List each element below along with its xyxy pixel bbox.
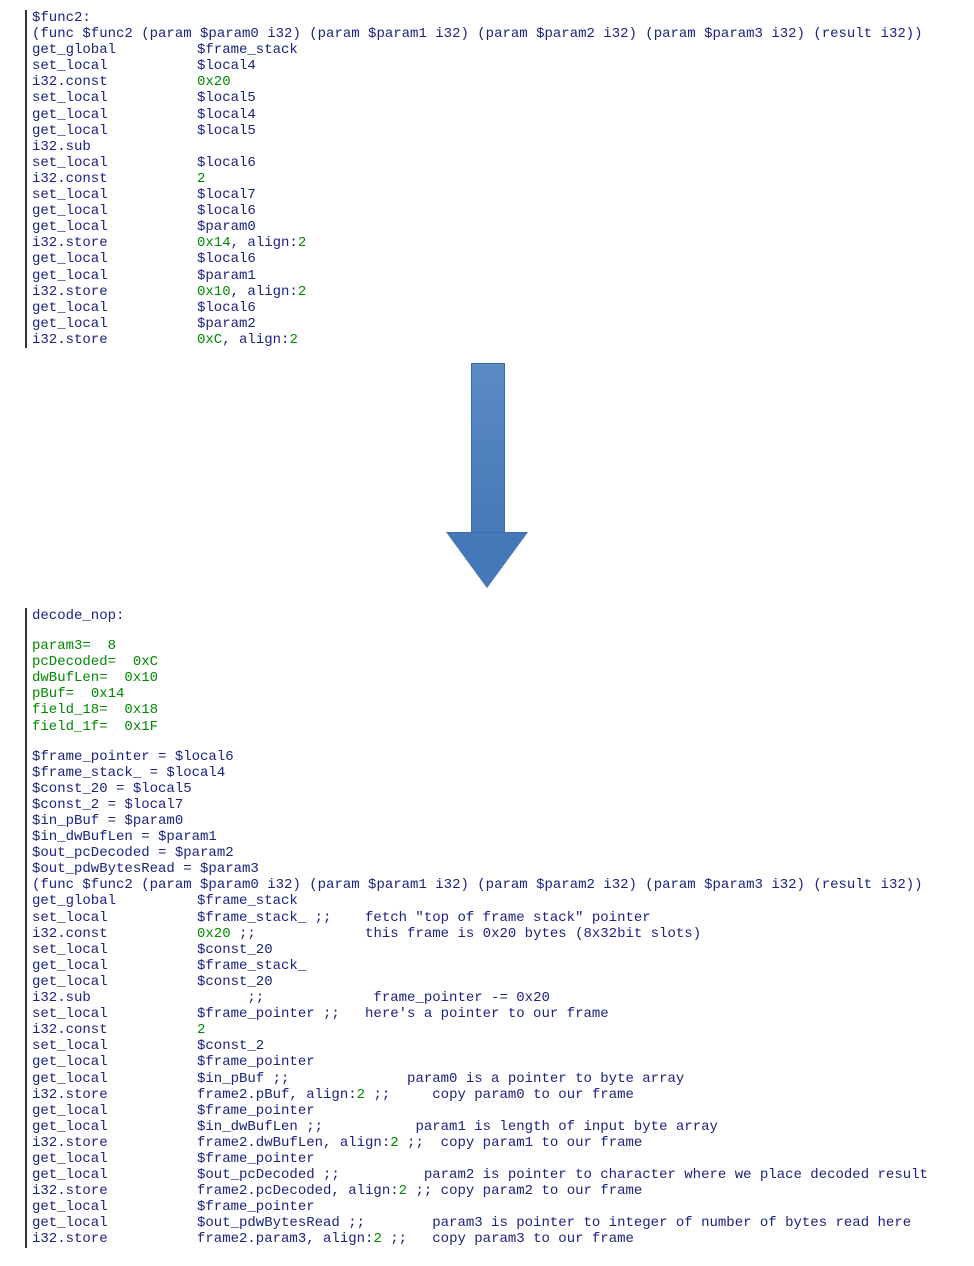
code-line: i32.const0x20 ;; this frame is 0x20 byte… <box>32 926 964 942</box>
code-line: set_local$local7 <box>32 187 964 203</box>
code-line: i32.const2 <box>32 1022 964 1038</box>
assign-line: $frame_pointer = $local6 <box>32 749 964 765</box>
code-line: set_local$const_2 <box>32 1038 964 1054</box>
code-line: set_local$local4 <box>32 58 964 74</box>
code-line: get_local$const_20 <box>32 974 964 990</box>
decoded-label: decode_nop: <box>32 608 964 624</box>
code-line: get_local$in_dwBufLen ;; param1 is lengt… <box>32 1119 964 1135</box>
code-line: i32.storeframe2.dwBufLen, align:2 ;; cop… <box>32 1135 964 1151</box>
code-line: get_local$in_pBuf ;; param0 is a pointer… <box>32 1071 964 1087</box>
code-line: set_local$frame_stack_ ;; fetch "top of … <box>32 910 964 926</box>
code-line: i32.store0x10, align:2 <box>32 284 964 300</box>
assign-line: $in_pBuf = $param0 <box>32 813 964 829</box>
top-code-block: $func2: (func $func2 (param $param0 i32)… <box>25 10 964 348</box>
code-line: i32.store0x14, align:2 <box>32 235 964 251</box>
assign-line: $in_dwBufLen = $param1 <box>32 829 964 845</box>
var-def: param3= 8 <box>32 638 964 654</box>
code-line: set_local$local5 <box>32 90 964 106</box>
code-line: set_local$const_20 <box>32 942 964 958</box>
code-line: set_local$frame_pointer ;; here's a poin… <box>32 1006 964 1022</box>
func-signature-bottom: (func $func2 (param $param0 i32) (param … <box>32 877 964 893</box>
arrow-down-icon <box>10 363 964 593</box>
func-label: $func2: <box>32 10 964 26</box>
var-def: field_18= 0x18 <box>32 702 964 718</box>
code-line: get_local$param1 <box>32 268 964 284</box>
func-signature: (func $func2 (param $param0 i32) (param … <box>32 26 964 42</box>
code-line: get_local$frame_pointer <box>32 1151 964 1167</box>
assign-line: $const_20 = $local5 <box>32 781 964 797</box>
code-line: i32.storeframe2.param3, align:2 ;; copy … <box>32 1231 964 1247</box>
code-line: get_local$local4 <box>32 107 964 123</box>
code-line: i32.storeframe2.pBuf, align:2 ;; copy pa… <box>32 1087 964 1103</box>
code-line: get_local$local6 <box>32 251 964 267</box>
var-def: pBuf= 0x14 <box>32 686 964 702</box>
code-line: set_local$local6 <box>32 155 964 171</box>
code-line: get_local$param2 <box>32 316 964 332</box>
assign-line: $out_pdwBytesRead = $param3 <box>32 861 964 877</box>
code-line: get_local$frame_stack_ <box>32 958 964 974</box>
code-line: i32.store0xC, align:2 <box>32 332 964 348</box>
code-line: get_global$frame_stack <box>32 42 964 58</box>
var-def: field_1f= 0x1F <box>32 719 964 735</box>
code-line: i32.const2 <box>32 171 964 187</box>
code-line: i32.const0x20 <box>32 74 964 90</box>
code-line: get_local$local6 <box>32 203 964 219</box>
code-line: i32.sub <box>32 139 964 155</box>
code-line: get_local$frame_pointer <box>32 1054 964 1070</box>
assign-line: $out_pcDecoded = $param2 <box>32 845 964 861</box>
assign-line: $frame_stack_ = $local4 <box>32 765 964 781</box>
code-line: get_local$out_pcDecoded ;; param2 is poi… <box>32 1167 964 1183</box>
code-line: get_local$local5 <box>32 123 964 139</box>
code-line: get_local$frame_pointer <box>32 1103 964 1119</box>
assign-line: $const_2 = $local7 <box>32 797 964 813</box>
code-line: i32.storeframe2.pcDecoded, align:2 ;; co… <box>32 1183 964 1199</box>
code-line: get_global$frame_stack <box>32 893 964 909</box>
code-line: i32.sub ;; frame_pointer -= 0x20 <box>32 990 964 1006</box>
code-line: get_local$out_pdwBytesRead ;; param3 is … <box>32 1215 964 1231</box>
code-line: get_local$param0 <box>32 219 964 235</box>
var-def: pcDecoded= 0xC <box>32 654 964 670</box>
var-def: dwBufLen= 0x10 <box>32 670 964 686</box>
code-line: get_local$frame_pointer <box>32 1199 964 1215</box>
code-line: get_local$local6 <box>32 300 964 316</box>
bottom-code-block: decode_nop: param3= 8pcDecoded= 0xCdwBuf… <box>25 608 964 1248</box>
